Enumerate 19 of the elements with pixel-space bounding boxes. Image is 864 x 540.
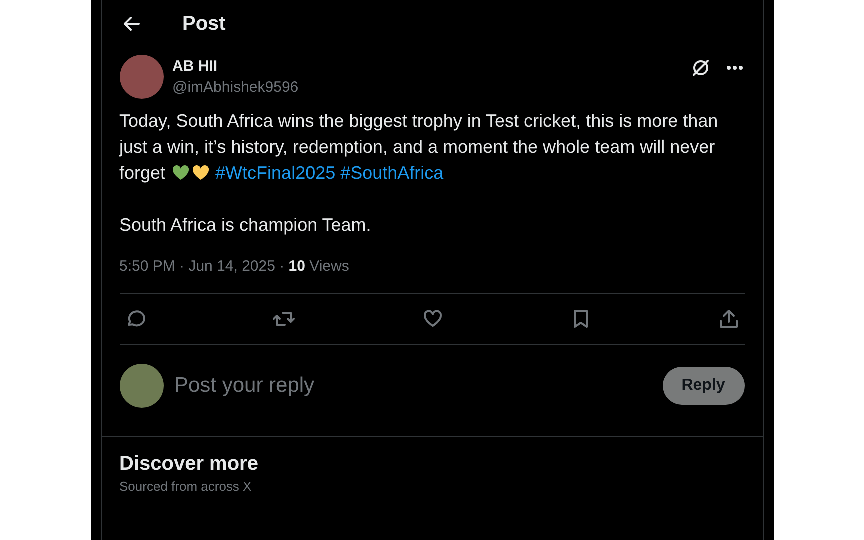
- post-text: Today, South Africa wins the biggest trophy in Test cricket, this is more than just a win, it’s history, redemption, and a moment the whole team will never forget #WtcFinal2025 #SouthAfrica: [120, 110, 720, 185]
- page-title: Post: [182, 12, 226, 36]
- heart-emoji-icon: [190, 163, 211, 183]
- section-subtitle: Sourced from across X: [120, 479, 253, 494]
- author-name: AB HII: [172, 58, 218, 75]
- post-meta: 5:50 PM · Jun 14, 2025 · 10 Views: [120, 258, 350, 277]
- back-arrow-icon[interactable]: [122, 14, 142, 34]
- hashtag-link[interactable]: #SouthAfrica: [340, 163, 444, 183]
- share-icon[interactable]: [718, 308, 740, 330]
- post-text: South Africa is champion Team.: [120, 214, 372, 237]
- avatar-photo: [120, 364, 164, 408]
- section-title: Discover more: [120, 453, 260, 476]
- heart-icon[interactable]: [422, 308, 444, 330]
- reply-input-field[interactable]: Post your reply: [172, 373, 662, 399]
- hashtag-link[interactable]: #WtcFinal2025: [216, 163, 336, 183]
- author-handle: @imAbhishek9596: [172, 79, 300, 96]
- heart-emoji-icon: [170, 163, 191, 183]
- reply-button[interactable]: Reply: [662, 367, 744, 405]
- avatar-photo: [120, 55, 164, 99]
